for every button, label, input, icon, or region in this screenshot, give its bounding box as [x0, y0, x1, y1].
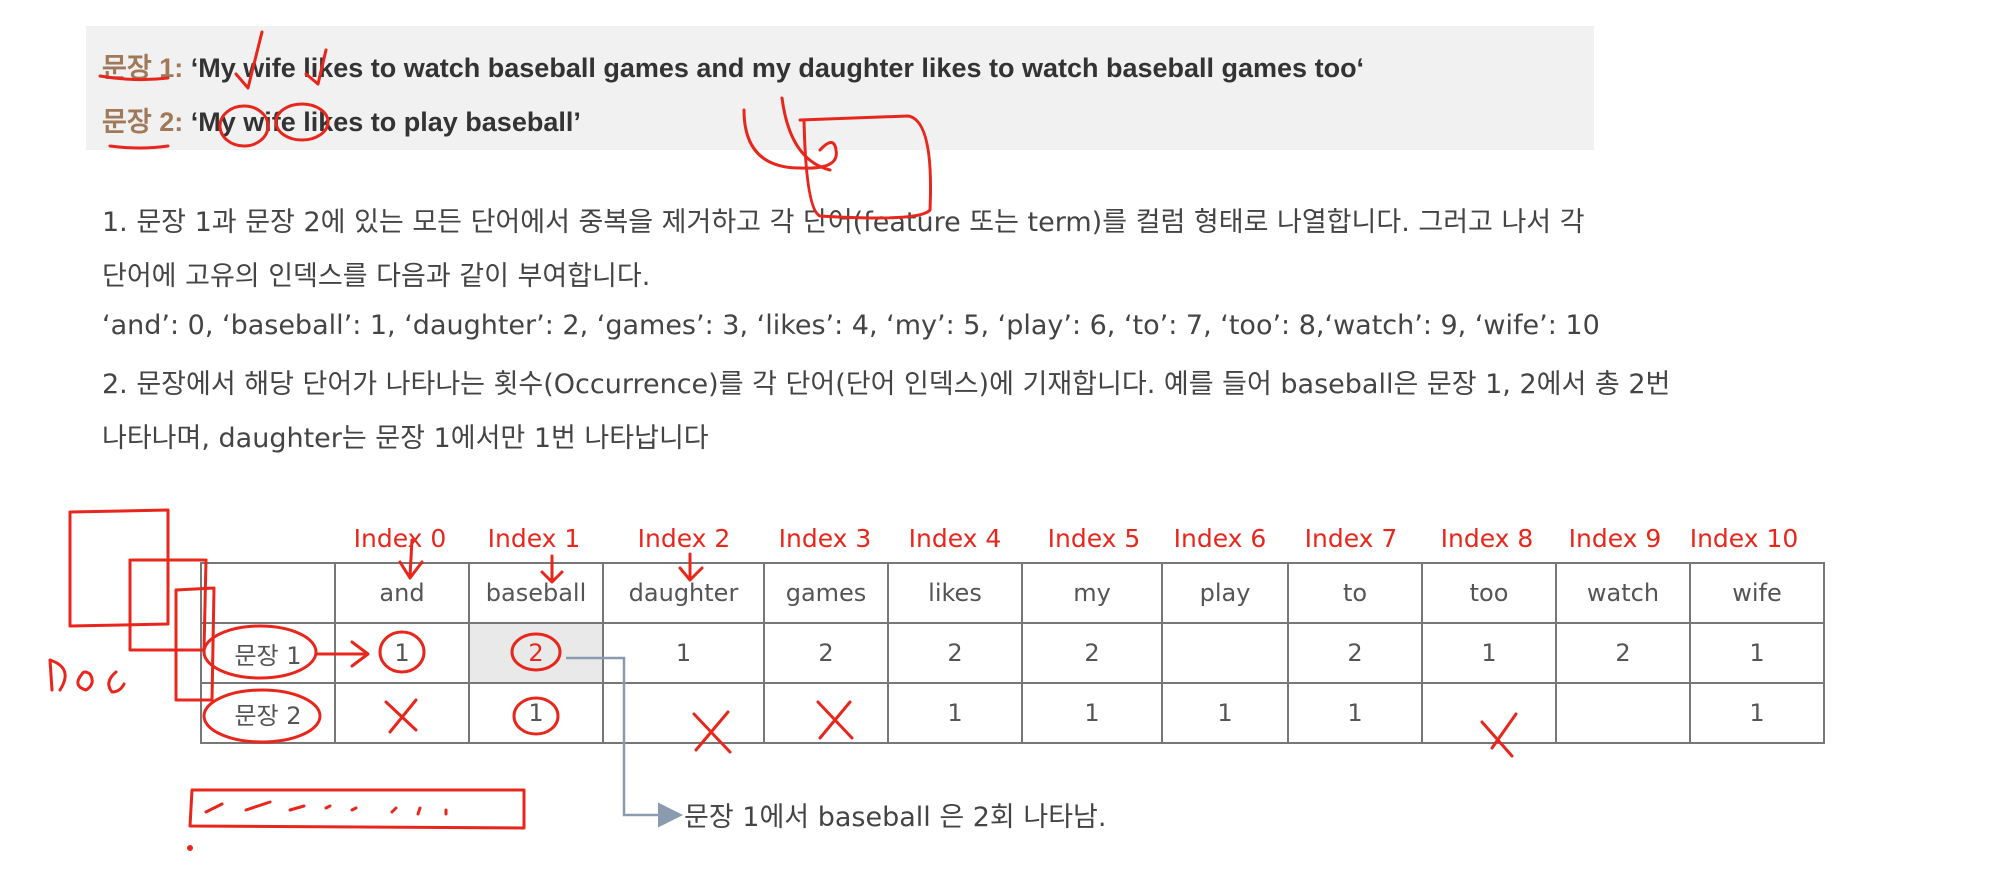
- x-mark-too: [1480, 712, 1518, 758]
- arrow-row-to-cell: [314, 640, 370, 668]
- underline-sentence-1: [98, 74, 170, 82]
- callout-arrow: [566, 656, 683, 828]
- circle-wife: [274, 102, 330, 142]
- circle-value-and-1: [378, 630, 426, 674]
- underline-sentence-2: [108, 144, 170, 150]
- circle-my: [218, 104, 270, 148]
- circle-value-baseball-2: [510, 632, 562, 672]
- arrow-index-1: [540, 554, 564, 584]
- x-mark-and: [384, 698, 418, 734]
- circle-row-1: [202, 624, 318, 680]
- x-mark-daughter: [692, 710, 732, 754]
- circle-value-baseball-1: [512, 696, 560, 736]
- arrow-index-0: [398, 538, 424, 580]
- handwritten-doc: [48, 658, 126, 694]
- circle-row-2: [202, 688, 322, 744]
- checkmark-likes: [304, 48, 328, 86]
- checkmark-wife: [234, 30, 264, 90]
- annotation-layer: [48, 30, 1518, 851]
- x-mark-games: [816, 700, 854, 740]
- scribble-dot: [187, 845, 193, 851]
- scribble-box: [742, 96, 932, 220]
- arrow-index-2: [678, 552, 704, 582]
- scribble-dashes: [204, 800, 448, 816]
- scribble-left-box-1: [68, 508, 170, 628]
